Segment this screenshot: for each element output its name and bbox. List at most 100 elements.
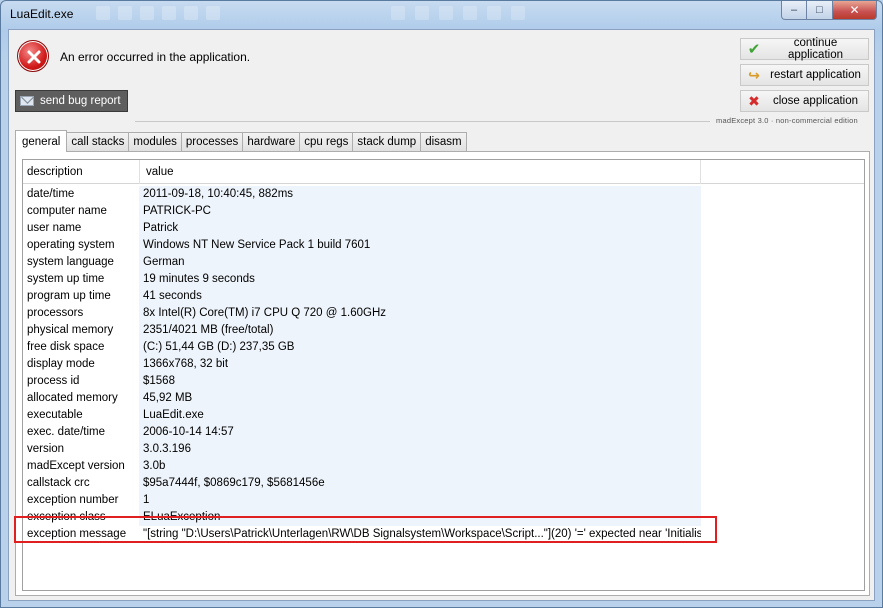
check-icon: ✔ [747, 41, 761, 58]
general-panel: description value date/time 2011-09-18, 1… [15, 151, 870, 596]
table-row[interactable]: program up time 41 seconds [23, 288, 864, 305]
close-application-label: close application [772, 95, 859, 107]
edition-label: madExcept 3.0 · non-commercial edition [716, 116, 858, 125]
table-row[interactable]: exec. date/time 2006-10-14 14:57 [23, 424, 864, 441]
row-description: exception number [23, 492, 138, 509]
table-row[interactable]: exception message "[string "D:\Users\Patr… [23, 526, 864, 543]
table-row[interactable]: processors 8x Intel(R) Core(TM) i7 CPU Q … [23, 305, 864, 322]
row-description: operating system [23, 237, 138, 254]
table-row[interactable]: allocated memory 45,92 MB [23, 390, 864, 407]
row-description: exception class [23, 509, 138, 526]
row-description: date/time [23, 186, 138, 203]
table-row[interactable]: version 3.0.3.196 [23, 441, 864, 458]
row-value: German [138, 254, 701, 271]
tab-modules[interactable]: modules [128, 132, 182, 151]
table-row[interactable]: system up time 19 minutes 9 seconds [23, 271, 864, 288]
row-description: program up time [23, 288, 138, 305]
column-header-value[interactable]: value [140, 160, 701, 184]
table-row[interactable]: display mode 1366x768, 32 bit [23, 356, 864, 373]
restart-application-label: restart application [770, 69, 861, 81]
row-value: PATRICK-PC [138, 203, 701, 220]
error-message: An error occurred in the application. [60, 50, 251, 64]
window-title: LuaEdit.exe [10, 7, 74, 21]
table-row[interactable]: process id $1568 [23, 373, 864, 390]
row-description: madExcept version [23, 458, 138, 475]
table-row[interactable]: exception class ELuaException [23, 509, 864, 526]
restart-arrow-icon: ↪ [748, 66, 760, 83]
tab-hardware[interactable]: hardware [242, 132, 301, 151]
row-value: 45,92 MB [138, 390, 701, 407]
row-description: display mode [23, 356, 138, 373]
table-row[interactable]: madExcept version 3.0b [23, 458, 864, 475]
row-description: exception message [23, 526, 138, 543]
send-bug-report-label: send bug report [40, 95, 121, 107]
table-row[interactable]: user name Patrick [23, 220, 864, 237]
table-row[interactable]: system language German [23, 254, 864, 271]
row-value: 8x Intel(R) Core(TM) i7 CPU Q 720 @ 1.60… [138, 305, 701, 322]
row-description: physical memory [23, 322, 138, 339]
table-row[interactable]: date/time 2011-09-18, 10:40:45, 882ms [23, 186, 864, 203]
row-description: system up time [23, 271, 138, 288]
tab-cpu-regs[interactable]: cpu regs [299, 132, 354, 151]
row-description: user name [23, 220, 138, 237]
row-description: processors [23, 305, 138, 322]
row-value: (C:) 51,44 GB (D:) 237,35 GB [138, 339, 701, 356]
row-description: executable [23, 407, 138, 424]
row-description: callstack crc [23, 475, 138, 492]
row-value: 1366x768, 32 bit [138, 356, 701, 373]
row-value: "[string "D:\Users\Patrick\Unterlagen\RW… [138, 526, 701, 543]
x-icon: ✖ [748, 92, 760, 109]
row-description: free disk space [23, 339, 138, 356]
tab-strip: general call stacks modules processes ha… [15, 130, 467, 152]
table-row[interactable]: computer name PATRICK-PC [23, 203, 864, 220]
table-row[interactable]: executable LuaEdit.exe [23, 407, 864, 424]
close-window-button[interactable]: ✕ [833, 1, 877, 20]
row-description: process id [23, 373, 138, 390]
row-value: $95a7444f, $0869c179, $5681456e [138, 475, 701, 492]
window-controls: – □ ✕ [781, 1, 877, 20]
send-bug-report-button[interactable]: send bug report [15, 90, 128, 112]
row-description: allocated memory [23, 390, 138, 407]
mail-icon [20, 96, 34, 106]
table-row[interactable]: callstack crc $95a7444f, $0869c179, $5681… [23, 475, 864, 492]
row-value: ELuaException [138, 509, 701, 526]
row-value: 2006-10-14 14:57 [138, 424, 701, 441]
row-value: 1 [138, 492, 701, 509]
row-value: 2011-09-18, 10:40:45, 882ms [138, 186, 701, 203]
table-row[interactable]: operating system Windows NT New Service P… [23, 237, 864, 254]
row-value: Patrick [138, 220, 701, 237]
close-application-button[interactable]: ✖ close application [740, 90, 869, 112]
tab-stack-dump[interactable]: stack dump [352, 132, 422, 151]
grid-header: description value [23, 160, 864, 184]
tab-general[interactable]: general [15, 130, 68, 152]
row-description: exec. date/time [23, 424, 138, 441]
grid-rows: date/time 2011-09-18, 10:40:45, 882ms comp… [23, 186, 864, 543]
tab-processes[interactable]: processes [180, 132, 244, 151]
row-value: 3.0b [138, 458, 701, 475]
column-header-description[interactable]: description [23, 160, 140, 184]
row-description: computer name [23, 203, 138, 220]
maximize-button[interactable]: □ [807, 1, 833, 20]
restart-application-button[interactable]: ↪ restart application [740, 64, 869, 86]
details-grid[interactable]: description value date/time 2011-09-18, 1… [22, 159, 865, 591]
table-row[interactable]: exception number 1 [23, 492, 864, 509]
row-value: LuaEdit.exe [138, 407, 701, 424]
error-x-icon [17, 40, 49, 72]
row-value: 2351/4021 MB (free/total) [138, 322, 701, 339]
tab-disasm[interactable]: disasm [420, 132, 467, 151]
row-description: version [23, 441, 138, 458]
table-row[interactable]: physical memory 2351/4021 MB (free/total) [23, 322, 864, 339]
divider [135, 121, 710, 122]
background-toolbar-ghost [96, 6, 220, 20]
continue-application-button[interactable]: ✔ continue application [740, 37, 869, 61]
title-bar[interactable]: LuaEdit.exe – □ ✕ [1, 1, 882, 27]
row-value: 19 minutes 9 seconds [138, 271, 701, 288]
background-toolbar-ghost-2 [391, 6, 525, 20]
row-value: $1568 [138, 373, 701, 390]
table-row[interactable]: free disk space (C:) 51,44 GB (D:) 237,35… [23, 339, 864, 356]
row-value: 3.0.3.196 [138, 441, 701, 458]
minimize-button[interactable]: – [781, 1, 807, 20]
dialog-client: An error occurred in the application. se… [8, 29, 875, 601]
row-value: 41 seconds [138, 288, 701, 305]
tab-call-stacks[interactable]: call stacks [66, 132, 130, 151]
